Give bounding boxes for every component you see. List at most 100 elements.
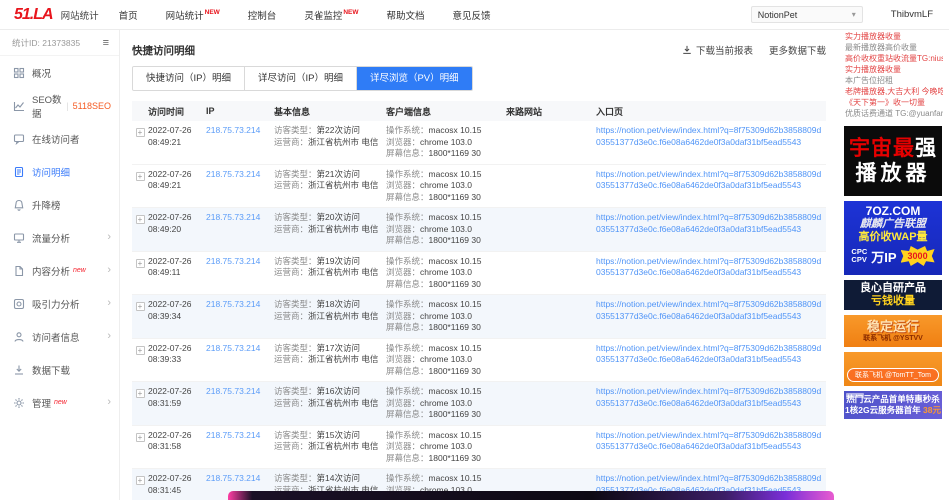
cloud-server-banner-ad[interactable]: 热门云产品首单特惠秒杀 1核2G云服务器首年 38元: [844, 391, 942, 419]
nav-item-label: 首页: [118, 10, 138, 22]
expand-cell: +: [132, 473, 148, 500]
screen-info: 屏幕信息：1800*1169 30: [386, 235, 506, 247]
expand-row-icon[interactable]: +: [135, 171, 145, 181]
entry-page-link[interactable]: https://notion.pet/view/index.html?q=8f7…: [596, 299, 822, 322]
carrier-value: 浙江省杭州市 电信: [308, 267, 379, 277]
username[interactable]: ThibvmLF: [891, 9, 933, 20]
nav-item-5[interactable]: 帮助文档: [387, 8, 425, 22]
sidebar-item-8[interactable]: 吸引力分析 ›: [0, 287, 119, 320]
nav-item-6[interactable]: 意见反馈: [453, 8, 491, 22]
expand-row-icon[interactable]: +: [135, 215, 145, 224]
ip-link[interactable]: 218.75.73.214: [206, 169, 260, 179]
entry-page-link[interactable]: https://notion.pet/view/index.html?q=8f7…: [596, 256, 822, 279]
expand-cell: +: [132, 386, 148, 421]
sidebar-item-4[interactable]: 访问明细: [0, 155, 119, 188]
ad-contact-pill: 联系飞机 @TomTT_Tom: [847, 368, 939, 382]
51la-logo[interactable]: 51.LA: [14, 6, 54, 24]
sidebar-item-9[interactable]: 访问者信息 ›: [0, 320, 119, 353]
download-icon: [13, 364, 25, 376]
ip-link[interactable]: 218.75.73.214: [206, 256, 260, 266]
tab-1[interactable]: 快捷访问（IP）明细: [133, 67, 245, 90]
entry-page-link[interactable]: https://notion.pet/view/index.html?q=8f7…: [596, 343, 822, 366]
os-value: macosx 10.15: [428, 342, 482, 353]
sidebar-item-11[interactable]: 管理 new ›: [0, 386, 119, 419]
sidebar-menu: 概况 SEO数据 | 5118SEO 在线访问者 访问明细 升降榜 流量分析 › 内容分析 new ›…: [0, 56, 119, 419]
expand-row-icon[interactable]: +: [135, 128, 145, 137]
entry-page-link[interactable]: https://notion.pet/view/index.html?q=8f7…: [596, 169, 822, 192]
tab-3[interactable]: 详尽浏览（PV）明细: [356, 67, 472, 90]
top-navbar: 51.LA 网站统计 首页 网站统计NEW 控制台 灵雀监控NEW 帮助文档 意见反馈 N…: [0, 0, 949, 30]
ad-rail: 实力播放器收量最新播放器高价收量高价收权重站收流量TG:niuseo实力播放器收…: [843, 30, 943, 500]
referrer-cell: [506, 125, 596, 160]
sidebar-item-6[interactable]: 流量分析 ›: [0, 221, 119, 254]
ip-link[interactable]: 218.75.73.214: [206, 212, 260, 222]
ip-link[interactable]: 218.75.73.214: [206, 125, 260, 135]
ad-text-link-1[interactable]: 实力播放器收量: [845, 31, 943, 42]
carrier-value: 浙江省杭州市 电信: [308, 310, 379, 321]
page-title: 快捷访问明细: [132, 44, 195, 57]
ad-text-link-8[interactable]: 优质话费通道 TG:@yuanfangz: [845, 108, 943, 119]
ad-text-link-3[interactable]: 高价收权重站收流量TG:niuseo: [845, 53, 943, 64]
more-downloads-button[interactable]: 更多数据下载: [769, 43, 826, 57]
visitor-type-label: 访客类型：: [274, 212, 317, 222]
ad-text-link-4[interactable]: 实力播放器收量: [845, 64, 943, 75]
sidebar-collapse-icon[interactable]: ≡: [103, 37, 109, 49]
os-value: macosx 10.15: [428, 386, 482, 396]
expand-row-icon[interactable]: +: [135, 476, 145, 485]
bell-icon: [13, 199, 25, 211]
chart-icon: [13, 100, 25, 112]
screen-info: 屏幕信息：1800*1169 30: [386, 453, 506, 465]
sidebar-item-3[interactable]: 在线访问者: [0, 122, 119, 155]
expand-row-icon[interactable]: +: [135, 345, 145, 355]
sidebar-item-1[interactable]: 概况: [0, 56, 119, 89]
site-selector-dropdown[interactable]: NotionPet ▾: [750, 6, 863, 23]
sidebar-item-label: 概况: [32, 68, 52, 80]
browser-label: 浏览器：: [386, 267, 421, 277]
visit-time: 08:31:58: [148, 441, 182, 451]
visit-date: 2022-07-26: [148, 299, 192, 309]
ip-link[interactable]: 218.75.73.214: [206, 343, 260, 353]
sidebar-item-7[interactable]: 内容分析 new ›: [0, 254, 119, 287]
nav-item-1[interactable]: 首页: [119, 8, 138, 22]
tab-2[interactable]: 详尽访问（IP）明细: [244, 67, 357, 90]
liangxin-banner-ad[interactable]: 良心自研产品 亏钱收量: [844, 280, 942, 310]
ad-text-link-7[interactable]: 《天下第一》收一切量: [845, 97, 943, 108]
ad-text-link-5[interactable]: 本广告位招租: [845, 75, 943, 86]
sidebar-item-extra[interactable]: 5118SEO: [73, 101, 111, 111]
expand-row-icon[interactable]: +: [135, 389, 145, 398]
sidebar-item-10[interactable]: 数据下载: [0, 353, 119, 386]
nav-item-4[interactable]: 灵雀监控NEW: [304, 8, 358, 21]
sidebar-item-label: 管理: [32, 398, 52, 410]
os: 操作系统：macosx 10.15: [386, 212, 506, 224]
nav-item-3[interactable]: 控制台: [248, 8, 277, 22]
expand-row-icon[interactable]: +: [135, 258, 145, 268]
sidebar-item-5[interactable]: 升降榜: [0, 188, 119, 221]
tom-banner-ad[interactable]: 联系飞机 @TomTT_Tom: [844, 352, 942, 386]
referrer-cell: [506, 430, 596, 465]
player-banner-ad[interactable]: 宇宙最强 播放器: [844, 126, 942, 196]
entry-page-link[interactable]: https://notion.pet/view/index.html?q=8f7…: [596, 212, 822, 235]
os-label: 操作系统：: [386, 429, 429, 440]
screen-info: 屏幕信息：1800*1169 30: [386, 409, 506, 421]
sidebar-item-2[interactable]: SEO数据 | 5118SEO: [0, 89, 119, 122]
stable-run-banner-ad[interactable]: 稳定运行 联系飞机 @YSTVV: [844, 315, 942, 347]
carrier-label: 运营商：: [274, 354, 309, 364]
ip-link[interactable]: 218.75.73.214: [206, 299, 260, 309]
table-row: +2022-07-26 08:39:33 218.75.73.214 访客类型：第17…: [132, 339, 826, 382]
entry-page-link[interactable]: https://notion.pet/view/index.html?q=8f7…: [596, 125, 822, 148]
screen-info-label: 屏幕信息：: [386, 235, 429, 245]
expand-row-icon[interactable]: +: [135, 432, 145, 442]
expand-row-icon[interactable]: +: [135, 302, 145, 311]
carrier-value: 浙江省杭州市 电信: [308, 397, 379, 408]
qilin-banner-ad[interactable]: 7OZ.COM 麒麟广告联盟 高价收WAP量 CPC CPV 万IP 3000: [844, 201, 942, 275]
nav-item-2[interactable]: 网站统计NEW: [166, 8, 220, 21]
ad-text-link-6[interactable]: 老牌播放器,大吉大利 今晚吃鸡!: [845, 86, 943, 97]
ad-text-link-2[interactable]: 最新播放器高价收量: [845, 42, 943, 53]
ip-link[interactable]: 218.75.73.214: [206, 386, 260, 396]
download-report-button[interactable]: 下载当前报表: [682, 43, 753, 57]
entry-page-link[interactable]: https://notion.pet/view/index.html?q=8f7…: [596, 386, 822, 409]
ip-link[interactable]: 218.75.73.214: [206, 473, 260, 483]
ip-link[interactable]: 218.75.73.214: [206, 430, 260, 440]
entry-page-link[interactable]: https://notion.pet/view/index.html?q=8f7…: [596, 430, 822, 453]
table-row: +2022-07-26 08:31:58 218.75.73.214 访客类型：第15…: [132, 426, 826, 469]
